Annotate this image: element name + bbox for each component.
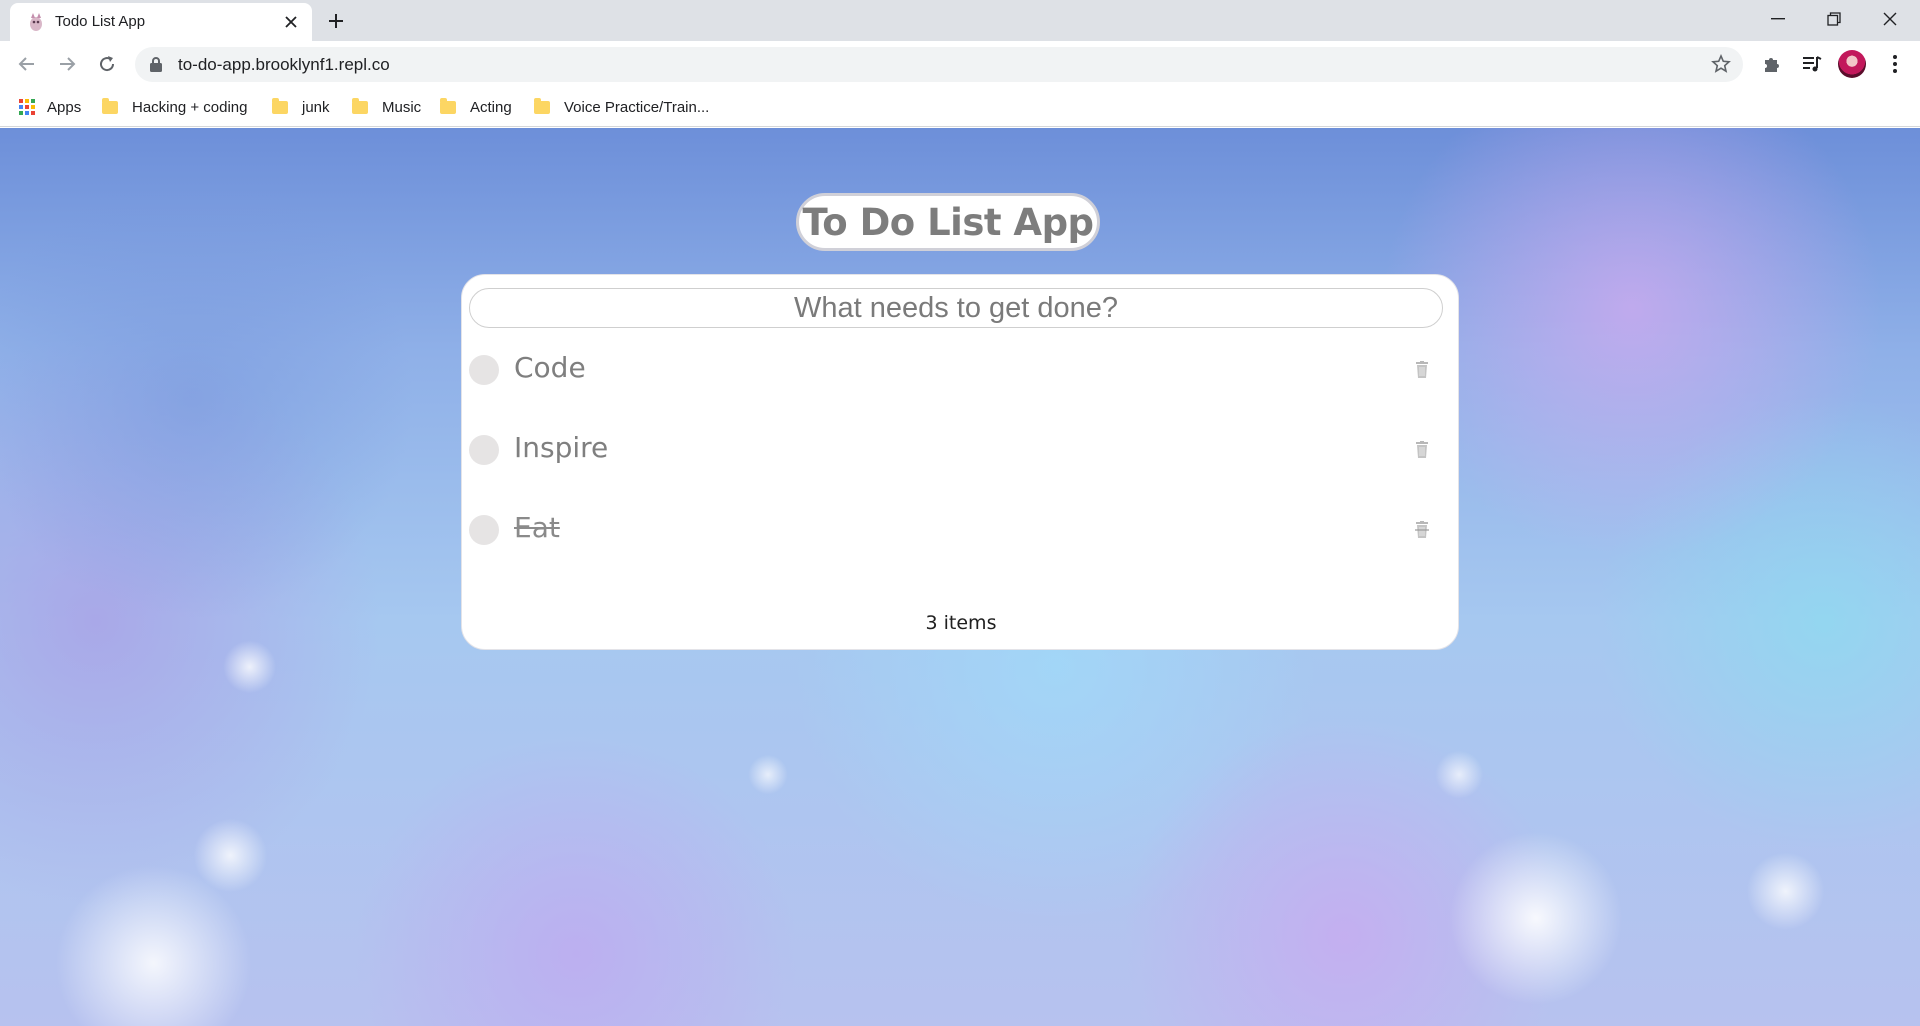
todo-card: Code Inspire Eat 3 items (461, 274, 1459, 650)
bookmark-star-icon[interactable] (1711, 54, 1731, 74)
browser-tabstrip: Todo List App (0, 0, 1920, 41)
back-icon[interactable] (12, 49, 42, 79)
bookmark-label: Voice Practice/Train... (564, 98, 710, 116)
profile-avatar[interactable] (1838, 50, 1866, 78)
folder-icon (102, 97, 118, 114)
url-text: to-do-app.brooklynf1.repl.co (178, 55, 390, 74)
bookmark-label: Music (382, 98, 422, 116)
trash-icon[interactable] (1415, 361, 1429, 379)
new-todo-input[interactable] (469, 288, 1443, 328)
todo-text[interactable]: Inspire (514, 431, 608, 464)
bookmark-label: Hacking + coding (132, 98, 248, 116)
minimize-icon[interactable] (1750, 0, 1806, 38)
trash-icon[interactable] (1415, 521, 1429, 539)
tab-close-icon[interactable] (280, 11, 302, 33)
address-bar[interactable]: to-do-app.brooklynf1.repl.co (135, 47, 1743, 82)
new-tab-icon[interactable] (322, 9, 350, 33)
browser-toolbar: to-do-app.brooklynf1.repl.co (0, 41, 1920, 87)
bookmark-apps[interactable]: Apps (19, 95, 81, 119)
restore-icon[interactable] (1806, 0, 1862, 38)
bookmark-music[interactable]: Music (352, 95, 421, 119)
todo-checkbox[interactable] (469, 515, 499, 545)
bookmark-acting[interactable]: Acting (440, 95, 512, 119)
lock-icon (150, 57, 162, 72)
extensions-icon[interactable] (1757, 49, 1787, 79)
page-background: To Do List App Code Inspire Eat (0, 128, 1920, 1026)
app-title: To Do List App (802, 200, 1094, 244)
todo-item-eat: Eat (469, 500, 1443, 560)
todo-text[interactable]: Eat (514, 511, 560, 544)
todo-text[interactable]: Code (514, 351, 586, 384)
bookmark-label: Apps (47, 98, 82, 116)
folder-icon (534, 97, 550, 114)
forward-icon[interactable] (52, 49, 82, 79)
tab-title: Todo List App (55, 13, 146, 30)
todo-item-inspire: Inspire (469, 420, 1443, 480)
folder-icon (272, 97, 288, 114)
bookmark-label: Acting (470, 98, 512, 116)
bookmark-junk[interactable]: junk (272, 95, 330, 119)
replit-favicon-icon (30, 13, 42, 31)
todo-checkbox[interactable] (469, 355, 499, 385)
trash-icon[interactable] (1415, 441, 1429, 459)
bookmark-label: junk (302, 98, 330, 116)
bookmark-voice-practice[interactable]: Voice Practice/Train... (534, 95, 709, 119)
bookmark-hacking-coding[interactable]: Hacking + coding (102, 95, 248, 119)
todo-item-code: Code (469, 340, 1443, 400)
folder-icon (352, 97, 368, 114)
todo-checkbox[interactable] (469, 435, 499, 465)
reload-icon[interactable] (92, 49, 122, 79)
items-count: 3 items (925, 612, 997, 634)
apps-grid-icon (19, 99, 35, 115)
browser-tab[interactable]: Todo List App (10, 3, 312, 41)
folder-icon (440, 97, 456, 114)
media-queue-icon[interactable] (1797, 49, 1827, 79)
close-window-icon[interactable] (1862, 0, 1918, 38)
menu-kebab-icon[interactable] (1880, 49, 1910, 79)
bookmarks-bar: Apps Hacking + coding junk Music Acting … (0, 87, 1920, 127)
app-title-badge: To Do List App (796, 193, 1100, 251)
